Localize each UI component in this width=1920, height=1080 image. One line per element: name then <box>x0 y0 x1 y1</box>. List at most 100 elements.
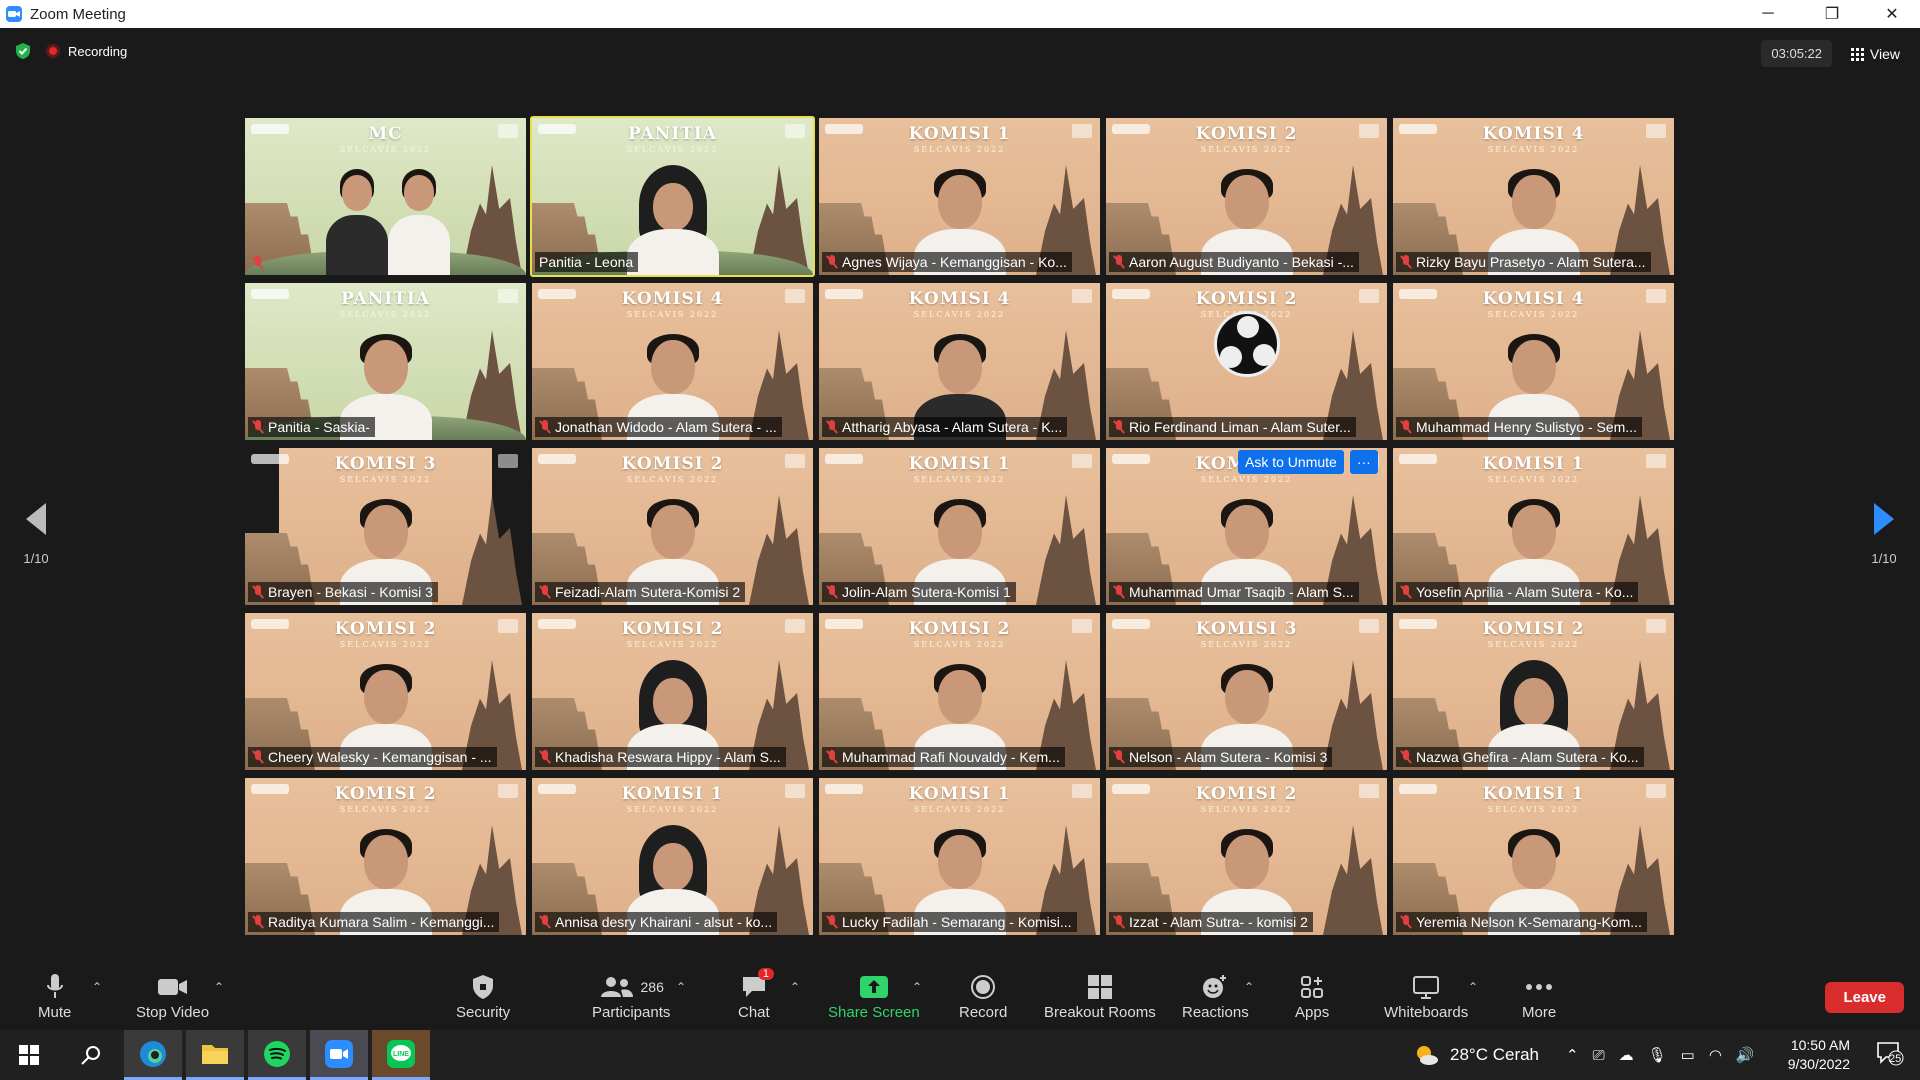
participant-video-tile[interactable]: KOMISI 4 SELCAVIS 2022 Rizky Bayu Prasetyo… <box>1393 118 1674 275</box>
participant-name-label: Aaron August Budiyanto - Bekasi -... <box>1109 252 1359 272</box>
encryption-shield-icon[interactable] <box>14 42 32 60</box>
participant-video-tile[interactable]: KOMISI 2 SELCAVIS 2022 Muhammad Rafi Nouva… <box>819 613 1100 770</box>
participant-video-tile[interactable]: KOMISI 1 SELCAVIS 2022 Yeremia Nelson K-Se… <box>1393 778 1674 935</box>
whiteboards-button[interactable]: Whiteboards <box>1384 972 1468 1021</box>
previous-page-button[interactable]: 1/10 <box>6 503 66 566</box>
participant-video-tile[interactable]: KOMISI 3 SELCAVIS 2022 Nelson - Alam Suter… <box>1106 613 1387 770</box>
tile-badge: KOMISI 2 <box>1195 124 1298 144</box>
share-screen-button[interactable]: Share Screen <box>828 972 920 1021</box>
obs-logo-icon <box>1213 311 1280 377</box>
taskbar-zoom[interactable] <box>310 1030 368 1080</box>
participant-video-tile[interactable]: KOMISI 2 SELCAVIS 2022 Cheery Walesky - Ke… <box>245 613 526 770</box>
participant-video-tile[interactable]: KOMISI 2 SELCAVIS 2022 Raditya Kumara Sali… <box>245 778 526 935</box>
audio-options-caret[interactable]: ⌃ <box>92 980 102 994</box>
tile-badge: KOMISI 1 <box>908 124 1011 144</box>
participant-video-tile[interactable]: KOMISI 1 SELCAVIS 2022 Agnes Wijaya - Kema… <box>819 118 1100 275</box>
participant-video-tile[interactable]: KOMISI 2 SELCAVIS 2022 Nazwa Ghefira - Ala… <box>1393 613 1674 770</box>
participant-video-tile[interactable]: KOMISI 2 SELCAVIS 2022 Feizadi-Alam Sutera… <box>532 448 813 605</box>
next-page-button[interactable]: 1/10 <box>1854 503 1914 566</box>
participant-name-label <box>248 254 273 272</box>
tile-badge: MC <box>368 124 403 144</box>
reactions-options-caret[interactable]: ⌃ <box>1244 980 1254 994</box>
volume-icon[interactable]: 🔊 <box>1736 1046 1755 1064</box>
view-button[interactable]: View <box>1847 40 1904 68</box>
apps-button[interactable]: Apps <box>1295 972 1329 1021</box>
ask-to-unmute-button[interactable]: Ask to Unmute <box>1238 450 1344 474</box>
battery-icon[interactable]: ▭ <box>1681 1046 1695 1064</box>
weather-widget[interactable]: 28°C Cerah <box>1412 1030 1539 1080</box>
close-button[interactable]: ✕ <box>1864 0 1920 28</box>
zoom-app-icon <box>6 6 22 22</box>
spotify-icon <box>264 1040 290 1067</box>
taskbar-spotify[interactable] <box>248 1030 306 1080</box>
participant-video-tile[interactable]: KOMISI 3SELCAVIS 2022Ask to Unmute···Muh… <box>1106 448 1387 605</box>
stop-video-button[interactable]: Stop Video <box>136 972 209 1021</box>
recording-indicator[interactable]: Recording <box>46 44 127 59</box>
video-camera-icon <box>157 972 189 1002</box>
reactions-button[interactable]: Reactions <box>1182 972 1249 1021</box>
participant-name-label: Yosefin Aprilia - Alam Sutera - Ko... <box>1396 582 1639 602</box>
system-tray: ⌃ ⎚ ☁ 🎙 ▭ ◠ 🔊 <box>1566 1030 1755 1080</box>
taskbar-edge[interactable] <box>124 1030 182 1080</box>
recording-dot-icon <box>46 44 60 58</box>
mic-muted-icon <box>252 256 264 270</box>
participant-video-tile[interactable]: KOMISI 2 SELCAVIS 2022 Aaron August Budiya… <box>1106 118 1387 275</box>
participant-video-tile[interactable]: KOMISI 1 SELCAVIS 2022 Lucky Fadilah - Sem… <box>819 778 1100 935</box>
more-button[interactable]: More <box>1522 972 1556 1021</box>
mic-muted-icon <box>1113 420 1125 434</box>
participant-video-tile[interactable]: KOMISI 1 SELCAVIS 2022 Yosefin Aprilia - A… <box>1393 448 1674 605</box>
participant-video-tile[interactable]: KOMISI 4 SELCAVIS 2022 Attharig Abyasa - A… <box>819 283 1100 440</box>
video-options-caret[interactable]: ⌃ <box>214 980 224 994</box>
onedrive-cloud-icon[interactable]: ☁ <box>1619 1046 1634 1064</box>
chat-options-caret[interactable]: ⌃ <box>790 980 800 994</box>
participant-video-tile[interactable]: KOMISI 4 SELCAVIS 2022 Jonathan Widodo - A… <box>532 283 813 440</box>
participant-name-label: Attharig Abyasa - Alam Sutera - K... <box>822 417 1068 437</box>
participant-name-label: Rizky Bayu Prasetyo - Alam Sutera... <box>1396 252 1651 272</box>
meet-now-icon[interactable]: ⎚ <box>1593 1047 1605 1064</box>
participant-video-tile[interactable]: KOMISI 2SELCAVIS 2022Rio Ferdinand Liman… <box>1106 283 1387 440</box>
clock[interactable]: 10:50 AM 9/30/2022 <box>1788 1036 1850 1074</box>
tile-badge: PANITIA <box>340 289 431 309</box>
microphone-tray-icon[interactable]: 🎙 <box>1648 1046 1667 1064</box>
participant-video-tile[interactable]: MC SELCAVIS 2022 <box>245 118 526 275</box>
record-button[interactable]: Record <box>959 972 1007 1021</box>
tile-subtitle: SELCAVIS 2022 <box>339 475 432 484</box>
participants-options-caret[interactable]: ⌃ <box>676 980 686 994</box>
participant-video-tile[interactable]: KOMISI 1 SELCAVIS 2022 Jolin-Alam Sutera-K… <box>819 448 1100 605</box>
participant-video-tile[interactable]: KOMISI 1 SELCAVIS 2022 Annisa desry Khaira… <box>532 778 813 935</box>
participant-video-tile[interactable]: KOMISI 2 SELCAVIS 2022 Khadisha Reswara Hi… <box>532 613 813 770</box>
search-button[interactable] <box>62 1030 120 1080</box>
view-label: View <box>1869 46 1900 62</box>
notification-center-button[interactable]: 25 <box>1876 1040 1904 1069</box>
participants-button[interactable]: 286 Participants <box>592 972 670 1021</box>
participant-video-tile[interactable]: KOMISI 3 SELCAVIS 2022 Brayen - Bekasi - K… <box>245 448 526 605</box>
tile-more-options-button[interactable]: ··· <box>1349 450 1378 474</box>
title-bar: Zoom Meeting ─ ❐ ✕ <box>0 0 1920 28</box>
leave-button[interactable]: Leave <box>1825 982 1904 1013</box>
participant-video-tile[interactable]: KOMISI 2 SELCAVIS 2022 Izzat - Alam Sutra-… <box>1106 778 1387 935</box>
notification-count: 25 <box>1889 1053 1902 1065</box>
restore-button[interactable]: ❐ <box>1804 0 1860 28</box>
share-options-caret[interactable]: ⌃ <box>912 980 922 994</box>
start-button[interactable] <box>0 1030 58 1080</box>
participant-video-tile[interactable]: KOMISI 4 SELCAVIS 2022 Muhammad Henry Suli… <box>1393 283 1674 440</box>
participant-name-label: Panitia - Saskia- <box>248 417 375 437</box>
wifi-icon[interactable]: ◠ <box>1709 1046 1722 1064</box>
tile-subtitle: SELCAVIS 2022 <box>1487 145 1580 154</box>
security-button[interactable]: Security <box>456 972 510 1021</box>
whiteboard-icon <box>1412 972 1440 1002</box>
mute-button[interactable]: Mute <box>38 972 71 1021</box>
taskbar-line[interactable]: LINE <box>372 1030 430 1080</box>
taskbar-file-explorer[interactable] <box>186 1030 244 1080</box>
chevron-up-icon[interactable]: ⌃ <box>1566 1046 1579 1064</box>
participant-name-label: Raditya Kumara Salim - Kemanggi... <box>248 912 500 932</box>
breakout-rooms-button[interactable]: Breakout Rooms <box>1044 972 1156 1021</box>
whiteboards-options-caret[interactable]: ⌃ <box>1468 980 1478 994</box>
chat-button[interactable]: 1 Chat <box>738 968 774 1021</box>
window-title: Zoom Meeting <box>30 5 126 23</box>
meeting-timer: 03:05:22 <box>1761 40 1832 67</box>
mic-muted-icon <box>252 585 264 599</box>
minimize-button[interactable]: ─ <box>1740 0 1796 28</box>
participant-video-tile[interactable]: PANITIA SELCAVIS 2022 Panitia - Leona <box>530 116 815 277</box>
participant-video-tile[interactable]: PANITIA SELCAVIS 2022 Panitia - Saskia- <box>245 283 526 440</box>
